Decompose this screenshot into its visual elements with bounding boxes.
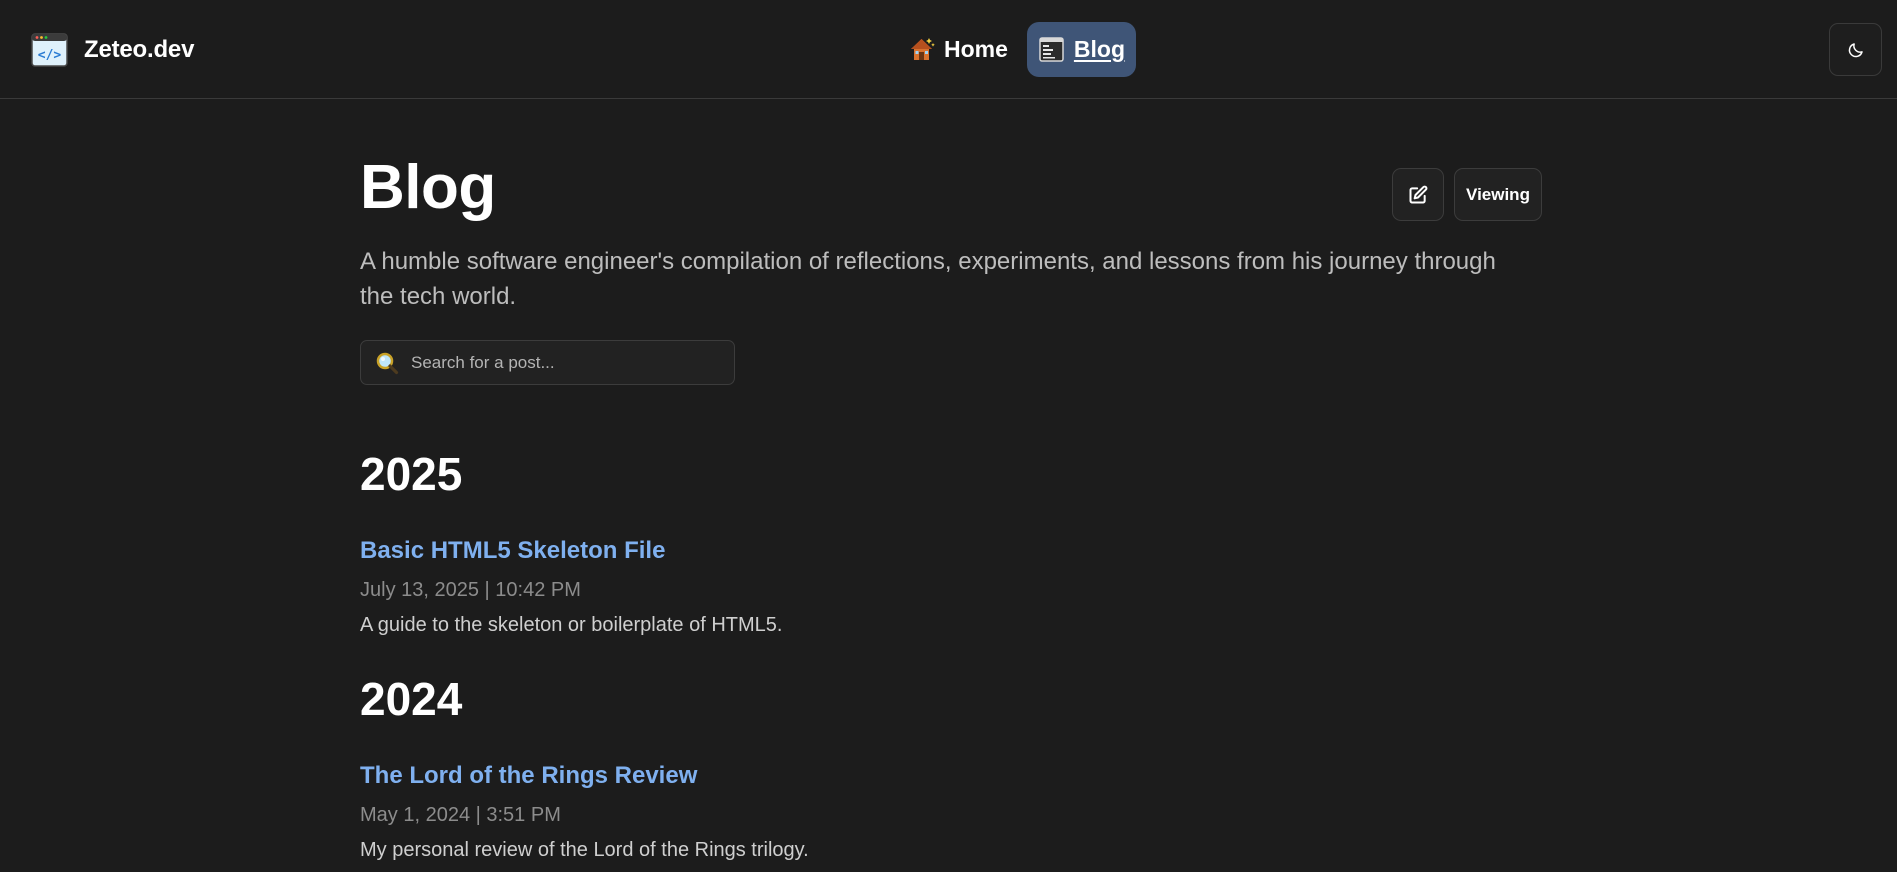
- page-actions: Viewing: [1392, 168, 1542, 221]
- post-description: A guide to the skeleton or boilerplate o…: [360, 614, 783, 636]
- svg-text:</>: </>: [38, 48, 62, 63]
- page-title: Blog: [360, 153, 496, 222]
- brand-name: Zeteo.dev: [84, 36, 195, 63]
- post-title-link[interactable]: Basic HTML5 Skeleton File: [360, 536, 665, 566]
- theme-toggle-button[interactable]: [1829, 23, 1882, 76]
- nav-item-blog[interactable]: Blog: [1026, 22, 1137, 77]
- page-subtitle: A humble software engineer's compilation…: [360, 248, 1496, 310]
- main-content: Blog Viewing A humble software engineer'…: [360, 100, 1542, 872]
- house-icon: [911, 38, 935, 60]
- post-title-link[interactable]: The Lord of the Rings Review: [360, 761, 697, 791]
- site-header: </> Zeteo.dev Home Blog: [0, 0, 1897, 99]
- edit-icon: [1409, 185, 1428, 203]
- brand-link[interactable]: </> Zeteo.dev: [31, 30, 194, 70]
- main-nav: Home Blog: [897, 22, 1137, 77]
- search-input[interactable]: [409, 342, 734, 383]
- nav-label-home: Home: [944, 36, 1008, 62]
- magnifier-icon: [376, 352, 399, 374]
- edit-button[interactable]: [1392, 168, 1444, 221]
- post-date: May 1, 2024 | 3:51 PM: [360, 804, 561, 826]
- nav-item-home[interactable]: Home: [897, 22, 1019, 77]
- viewing-button[interactable]: Viewing: [1454, 168, 1542, 221]
- moon-icon: [1848, 42, 1863, 57]
- code-window-icon: </>: [31, 33, 68, 67]
- year-heading-2024: 2024: [360, 673, 463, 725]
- terminal-document-icon: [1039, 37, 1064, 62]
- post-description: My personal review of the Lord of the Ri…: [360, 839, 809, 861]
- nav-label-blog: Blog: [1073, 36, 1126, 62]
- post-date: July 13, 2025 | 10:42 PM: [360, 579, 581, 601]
- year-heading-2025: 2025: [360, 448, 463, 500]
- search-box: [360, 340, 735, 385]
